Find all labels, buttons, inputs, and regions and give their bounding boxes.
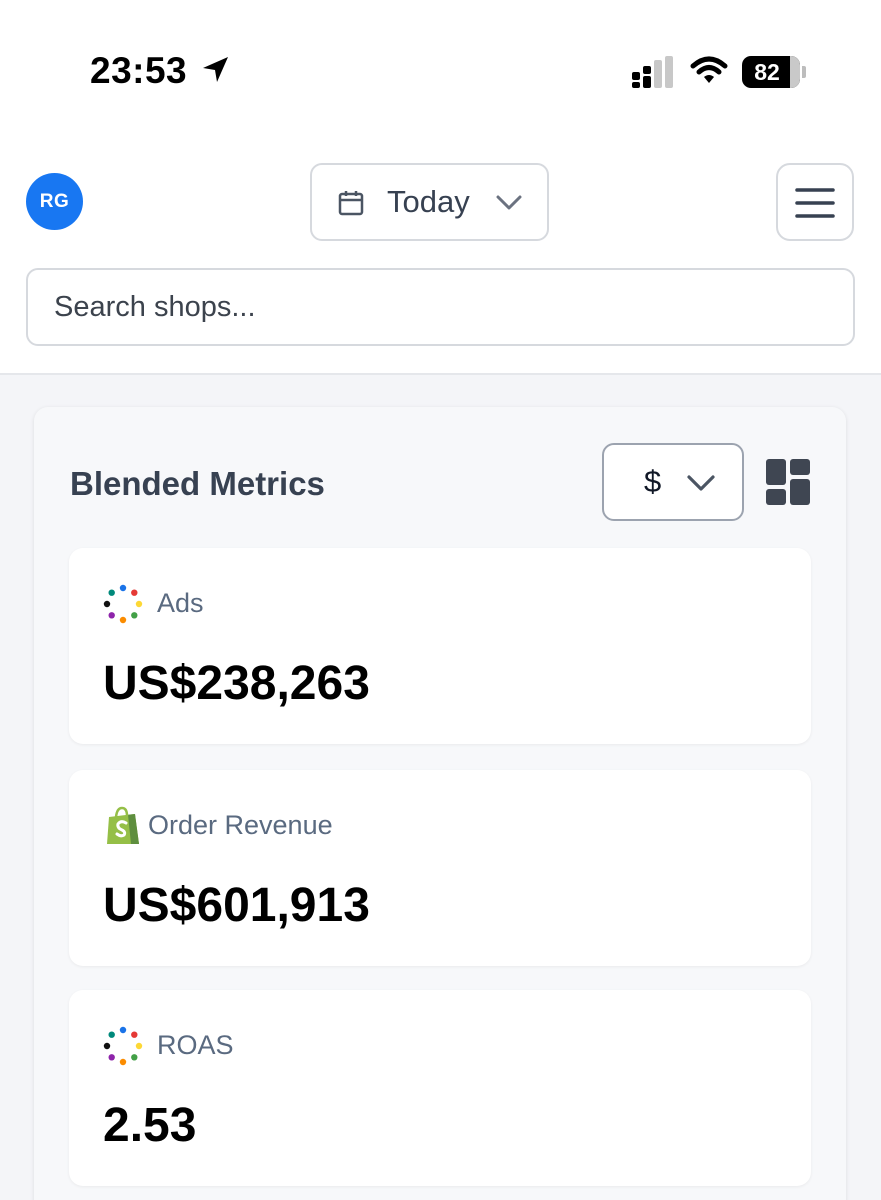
location-arrow-icon <box>203 57 228 82</box>
battery-empty-portion <box>790 56 800 88</box>
battery-icon: 82 <box>742 56 800 88</box>
cellular-signal-icon <box>632 56 673 88</box>
page: 23:53 82 RG Today Search shops... Blende… <box>0 0 881 1200</box>
avatar[interactable]: RG <box>26 173 83 230</box>
triple-whale-dots-icon <box>103 1026 143 1066</box>
metric-card-order-revenue[interactable]: Order Revenue US$601,913 <box>69 770 811 966</box>
metric-label: Ads <box>157 588 204 618</box>
date-range-dropdown[interactable]: Today <box>310 163 549 241</box>
search-input[interactable] <box>54 270 824 344</box>
status-bar: 23:53 82 <box>0 0 881 140</box>
shopify-bag-icon <box>107 806 139 844</box>
metric-value: US$238,263 <box>103 657 370 710</box>
currency-dropdown[interactable]: $ <box>602 443 744 521</box>
metric-card-ads[interactable]: Ads US$238,263 <box>69 548 811 744</box>
chevron-down-icon <box>496 195 522 210</box>
panel-title: Blended Metrics <box>70 465 325 502</box>
battery-level: 82 <box>754 59 780 85</box>
metric-label: Order Revenue <box>148 810 333 840</box>
battery-tip <box>802 66 806 78</box>
blended-metrics-panel: Blended Metrics $ Ads US$238,263 Order R… <box>34 407 846 1200</box>
menu-button[interactable] <box>776 163 854 241</box>
metric-value: US$601,913 <box>103 879 370 932</box>
chevron-down-icon <box>687 475 715 491</box>
metric-value: 2.53 <box>103 1099 197 1152</box>
dashboard-layout-icon[interactable] <box>766 459 810 505</box>
hamburger-menu-icon <box>795 188 835 218</box>
calendar-icon <box>338 191 364 216</box>
date-range-label: Today <box>387 184 470 219</box>
wifi-icon <box>690 56 728 83</box>
triple-whale-dots-icon <box>103 584 143 624</box>
status-time: 23:53 <box>90 50 188 91</box>
search-box[interactable] <box>26 268 855 346</box>
currency-label: $ <box>644 464 662 499</box>
metric-card-roas[interactable]: ROAS 2.53 <box>69 990 811 1186</box>
metric-label: ROAS <box>157 1030 234 1060</box>
